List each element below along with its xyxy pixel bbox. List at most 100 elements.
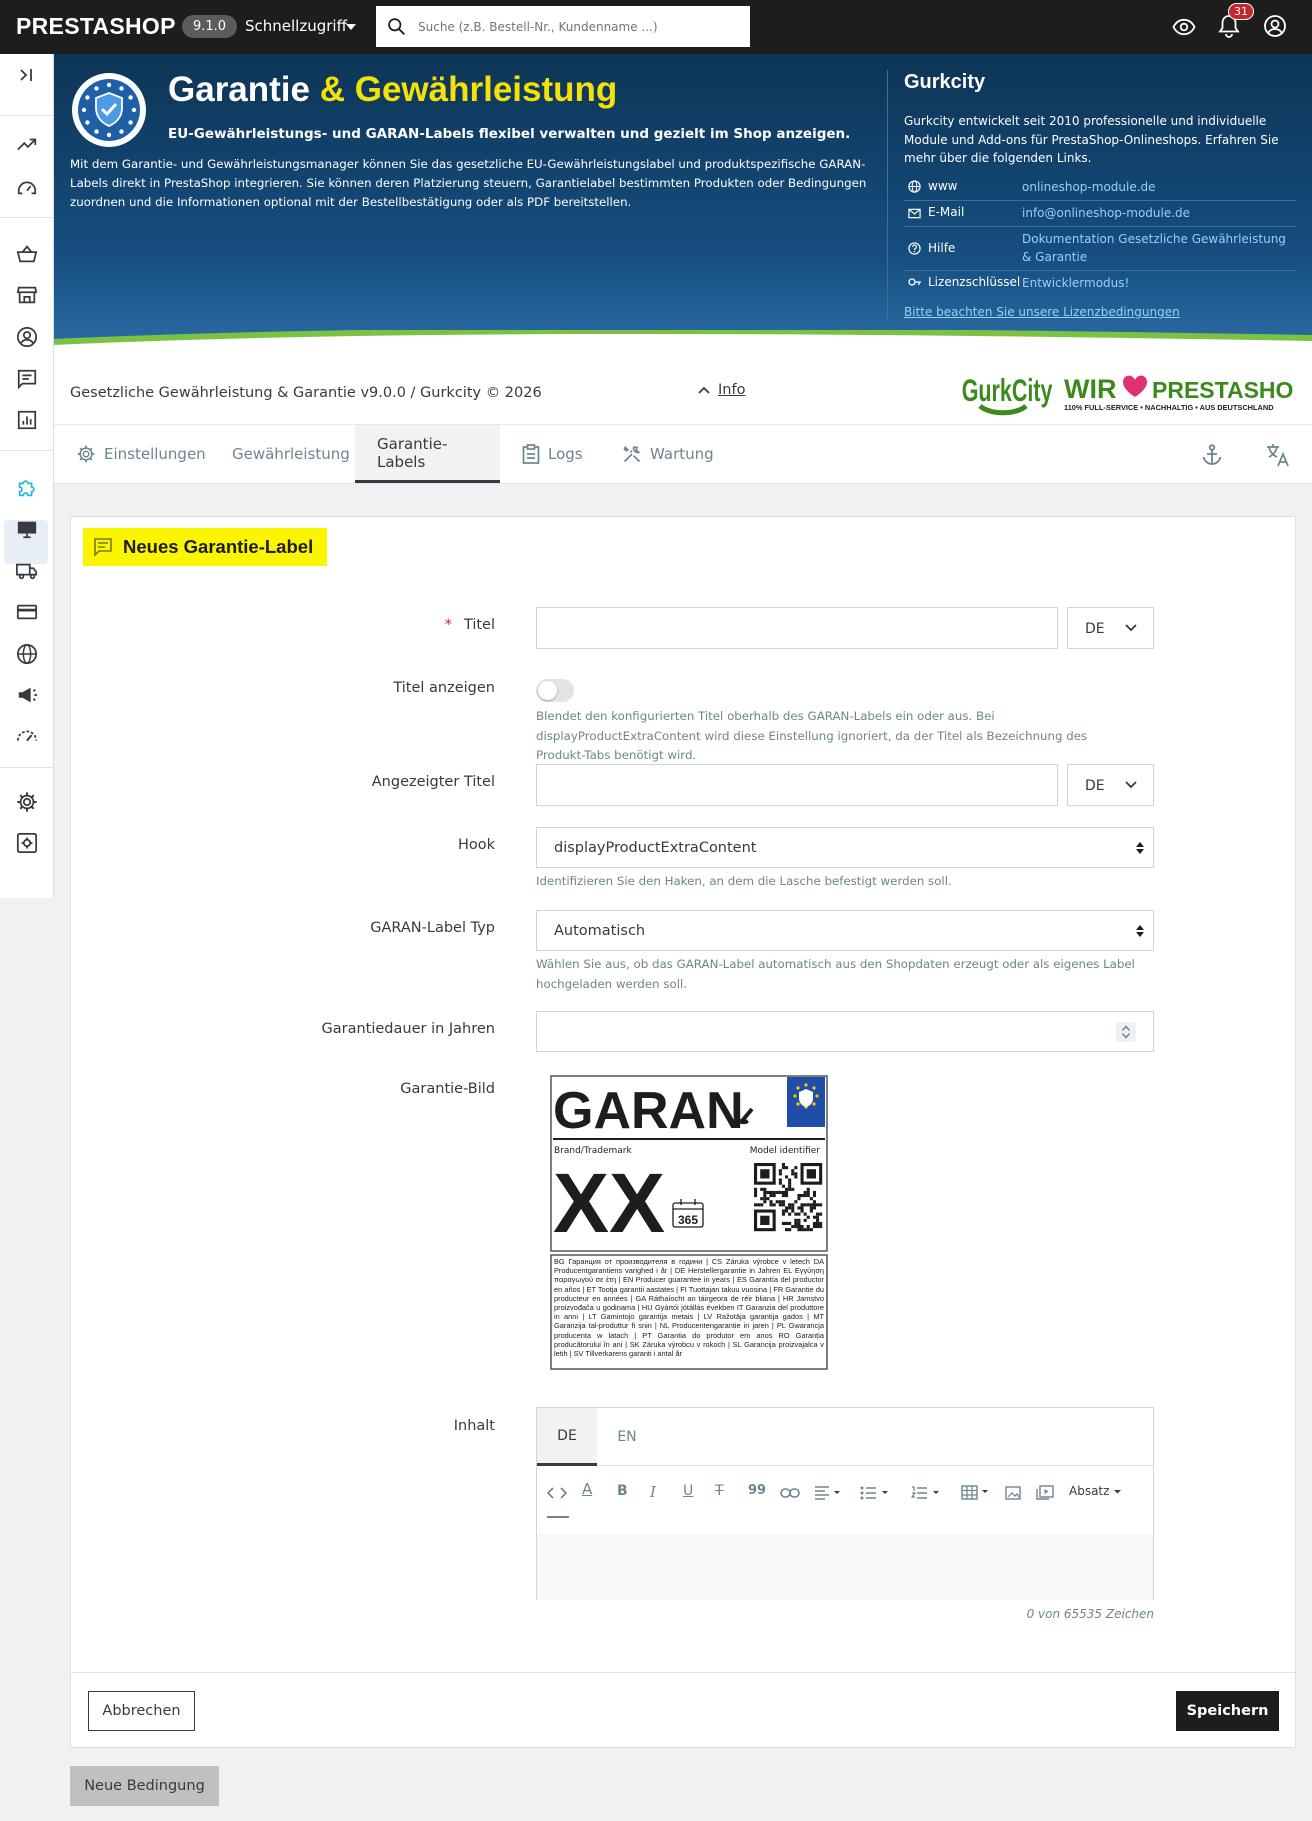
numbered-list-icon[interactable] xyxy=(911,1486,941,1500)
show-title-toggle[interactable] xyxy=(536,679,574,702)
shipping-truck-icon[interactable] xyxy=(14,558,40,584)
tab-settings[interactable]: Einstellungen xyxy=(54,425,228,483)
hook-select[interactable]: displayProductExtraContent xyxy=(536,827,1154,868)
editor-content-area[interactable] xyxy=(537,1534,1153,1600)
search-box[interactable] xyxy=(376,6,750,47)
stats-icon[interactable] xyxy=(14,407,40,433)
quick-access-menu[interactable]: Schnellzugriff xyxy=(245,17,347,35)
basket-icon[interactable] xyxy=(14,241,40,267)
italic-icon[interactable]: I xyxy=(650,1483,656,1501)
vendor-title: Gurkcity xyxy=(904,71,986,93)
blockquote-icon[interactable]: 99 xyxy=(748,1483,766,1498)
vendor-link-label: E-Mail xyxy=(928,205,965,219)
media-icon[interactable] xyxy=(1036,1485,1054,1500)
wir-logo-presta: PRESTASHOP xyxy=(1152,377,1294,403)
clipboard-icon xyxy=(522,444,540,464)
editor-language-tabs: DE EN xyxy=(537,1408,1153,1466)
tab-warranty[interactable]: Gewährleistung xyxy=(210,425,372,483)
help-icon xyxy=(908,242,921,255)
wir-logo-tagline: 110% FULL-SERVICE • NACHHALTIG • AUS DEU… xyxy=(1064,403,1274,412)
vendor-link-value[interactable]: info@onlineshop-module.de xyxy=(1022,204,1190,222)
editor-tab-de[interactable]: DE xyxy=(537,1408,597,1466)
globe-icon xyxy=(908,180,921,193)
label-type-select-value: Automatisch xyxy=(554,923,646,939)
cancel-button[interactable]: Abbrechen xyxy=(88,1691,195,1731)
vendor-link-license: Lizenzschlüssel Entwicklermodus! xyxy=(904,271,1296,296)
duration-input[interactable] xyxy=(536,1011,1154,1052)
shield-badge-icon xyxy=(72,73,146,147)
marketing-megaphone-icon[interactable] xyxy=(14,682,40,708)
tab-logs[interactable]: Logs xyxy=(500,425,605,483)
license-terms-link[interactable]: Bitte beachten Sie unsere Lizenzbedingun… xyxy=(904,305,1180,319)
performance-speed-icon[interactable] xyxy=(14,723,40,749)
international-globe-icon[interactable] xyxy=(14,641,40,667)
expand-sidebar-icon[interactable] xyxy=(14,62,40,88)
settings-gear-icon[interactable] xyxy=(14,789,40,815)
title-language-select[interactable]: DE xyxy=(1067,607,1154,649)
vendor-link-value[interactable]: Entwicklermodus! xyxy=(1022,274,1129,292)
eye-icon[interactable] xyxy=(1172,15,1196,39)
paragraph-format-select[interactable]: Absatz xyxy=(1069,1484,1109,1498)
panel-heading-text: Neues Garantie-Label xyxy=(123,536,314,557)
tab-maintenance[interactable]: Wartung xyxy=(600,425,736,483)
strikethrough-icon[interactable]: T xyxy=(715,1483,724,1499)
store-icon[interactable] xyxy=(14,282,40,308)
module-subtitle: EU-Gewährleistungs- und GARAN-Labels fle… xyxy=(168,126,851,142)
editor-tab-en[interactable]: EN xyxy=(597,1408,657,1466)
link-icon[interactable] xyxy=(780,1487,800,1499)
anchor-icon[interactable] xyxy=(1200,443,1224,467)
image-icon[interactable] xyxy=(1005,1486,1021,1500)
tab-guarantee-labels[interactable]: Garantie-Labels xyxy=(355,425,500,483)
vendor-link-label: Lizenzschlüssel xyxy=(928,275,1021,289)
chevron-up-icon xyxy=(698,386,710,394)
account-icon[interactable] xyxy=(1263,14,1287,38)
text-color-icon[interactable]: A xyxy=(582,1480,592,1498)
select-arrows-icon xyxy=(1136,842,1144,854)
align-icon[interactable] xyxy=(814,1486,842,1500)
prestashop-logo[interactable]: PRESTASHOP xyxy=(16,13,176,40)
garan-brand-text: GARAN xyxy=(553,1082,744,1140)
key-icon xyxy=(908,278,921,286)
display-title-label: Angezeigter Titel xyxy=(371,774,495,790)
customer-icon[interactable] xyxy=(14,324,40,350)
title-language-value: DE xyxy=(1085,621,1105,637)
comment-icon xyxy=(94,538,112,557)
display-title-language-select[interactable]: DE xyxy=(1067,764,1154,806)
caret-down-icon[interactable] xyxy=(1113,1489,1122,1495)
vendor-link-value[interactable]: onlineshop-module.de xyxy=(1022,178,1156,196)
table-icon[interactable] xyxy=(961,1485,991,1500)
tab-label: Gewährleistung xyxy=(232,445,350,463)
garan-model-identifier: Model identifier xyxy=(750,1146,821,1156)
horizontal-rule-icon[interactable] xyxy=(547,1516,569,1518)
info-toggle-button[interactable]: Info xyxy=(698,382,745,398)
label-type-select[interactable]: Automatisch xyxy=(536,910,1154,951)
title-input[interactable] xyxy=(536,607,1058,649)
image-label: Garantie-Bild xyxy=(400,1081,495,1097)
number-spinner[interactable] xyxy=(1116,1022,1136,1042)
vendor-link-value[interactable]: Dokumentation Gesetzliche Gewährleistung… xyxy=(1022,230,1292,266)
trending-up-icon[interactable] xyxy=(14,132,40,158)
duration-label: Garantiedauer in Jahren xyxy=(321,1021,496,1037)
module-description: Mit dem Garantie- und Gewährleistungsman… xyxy=(70,157,867,209)
underline-icon[interactable]: U xyxy=(683,1483,693,1499)
mail-icon xyxy=(908,208,921,219)
payment-card-icon[interactable] xyxy=(14,599,40,625)
gurkcity-logo-text: GurkCity xyxy=(962,373,1052,408)
save-button[interactable]: Speichern xyxy=(1176,1691,1279,1731)
modules-puzzle-icon[interactable] xyxy=(14,475,40,501)
select-arrows-icon xyxy=(1136,925,1144,937)
bullet-list-icon[interactable] xyxy=(860,1486,890,1500)
search-input[interactable] xyxy=(418,6,743,47)
display-title-input[interactable] xyxy=(536,764,1058,806)
source-code-icon[interactable] xyxy=(547,1486,567,1500)
translate-icon[interactable] xyxy=(1265,442,1291,468)
module-title: Garantie & Gewährleistung xyxy=(168,70,617,110)
design-monitor-icon[interactable] xyxy=(14,516,40,542)
advanced-settings-icon[interactable] xyxy=(14,830,40,856)
tab-label: Wartung xyxy=(650,445,714,463)
caret-down-icon[interactable] xyxy=(346,24,356,30)
dashboard-gauge-icon[interactable] xyxy=(14,174,40,200)
bold-icon[interactable]: B xyxy=(617,1483,628,1499)
messages-icon[interactable] xyxy=(14,366,40,392)
new-condition-button[interactable]: Neue Bedingung xyxy=(70,1766,219,1806)
